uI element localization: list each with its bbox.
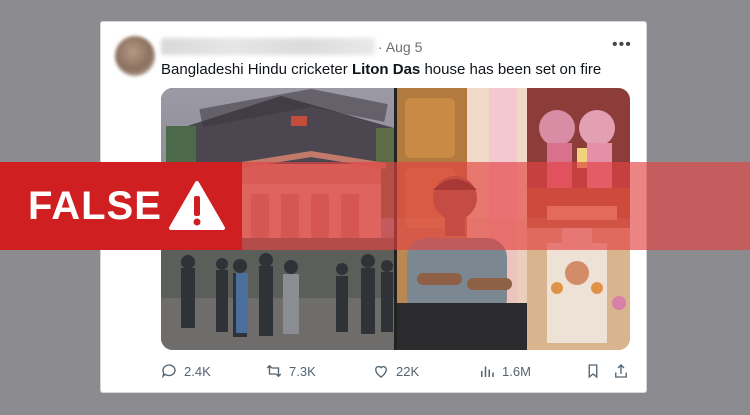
reply-icon [161, 364, 176, 379]
views-chart-icon [481, 366, 494, 377]
like-count: 22K [396, 363, 420, 379]
blurred-avatar[interactable] [115, 36, 155, 76]
heart-icon [375, 365, 387, 378]
tweet-text-part2: house has been set on fire [420, 61, 602, 78]
views-action[interactable]: 1.6M [478, 362, 531, 380]
warning-triangle-icon [169, 181, 225, 230]
bookmark-action[interactable] [584, 362, 602, 380]
views-count: 1.6M [502, 363, 531, 379]
false-verdict-label: FALSE [28, 184, 162, 228]
reply-count: 2.4K [184, 363, 211, 379]
like-action[interactable]: 22K [372, 362, 419, 380]
retweet-icon [266, 364, 282, 378]
reply-action[interactable]: 2.4K [160, 362, 211, 380]
tweet-text: Bangladeshi Hindu cricketer Liton Das ho… [161, 61, 631, 78]
retweet-action[interactable]: 7.3K [265, 362, 316, 380]
blurred-username[interactable] [161, 38, 375, 55]
tweet-actions: 2.4K 7.3K 22K 1.6M [0, 362, 750, 382]
more-options-icon[interactable]: ••• [612, 36, 632, 54]
tweet-date[interactable]: · Aug 5 [378, 39, 422, 55]
tweet-text-part1: Bangladeshi Hindu cricketer [161, 61, 352, 78]
bookmark-icon [588, 364, 598, 379]
share-icon [615, 364, 627, 378]
retweet-count: 7.3K [289, 363, 316, 379]
false-label-box: FALSE [0, 162, 242, 250]
tweet-text-bold: Liton Das [351, 61, 421, 78]
share-action[interactable] [612, 362, 630, 380]
